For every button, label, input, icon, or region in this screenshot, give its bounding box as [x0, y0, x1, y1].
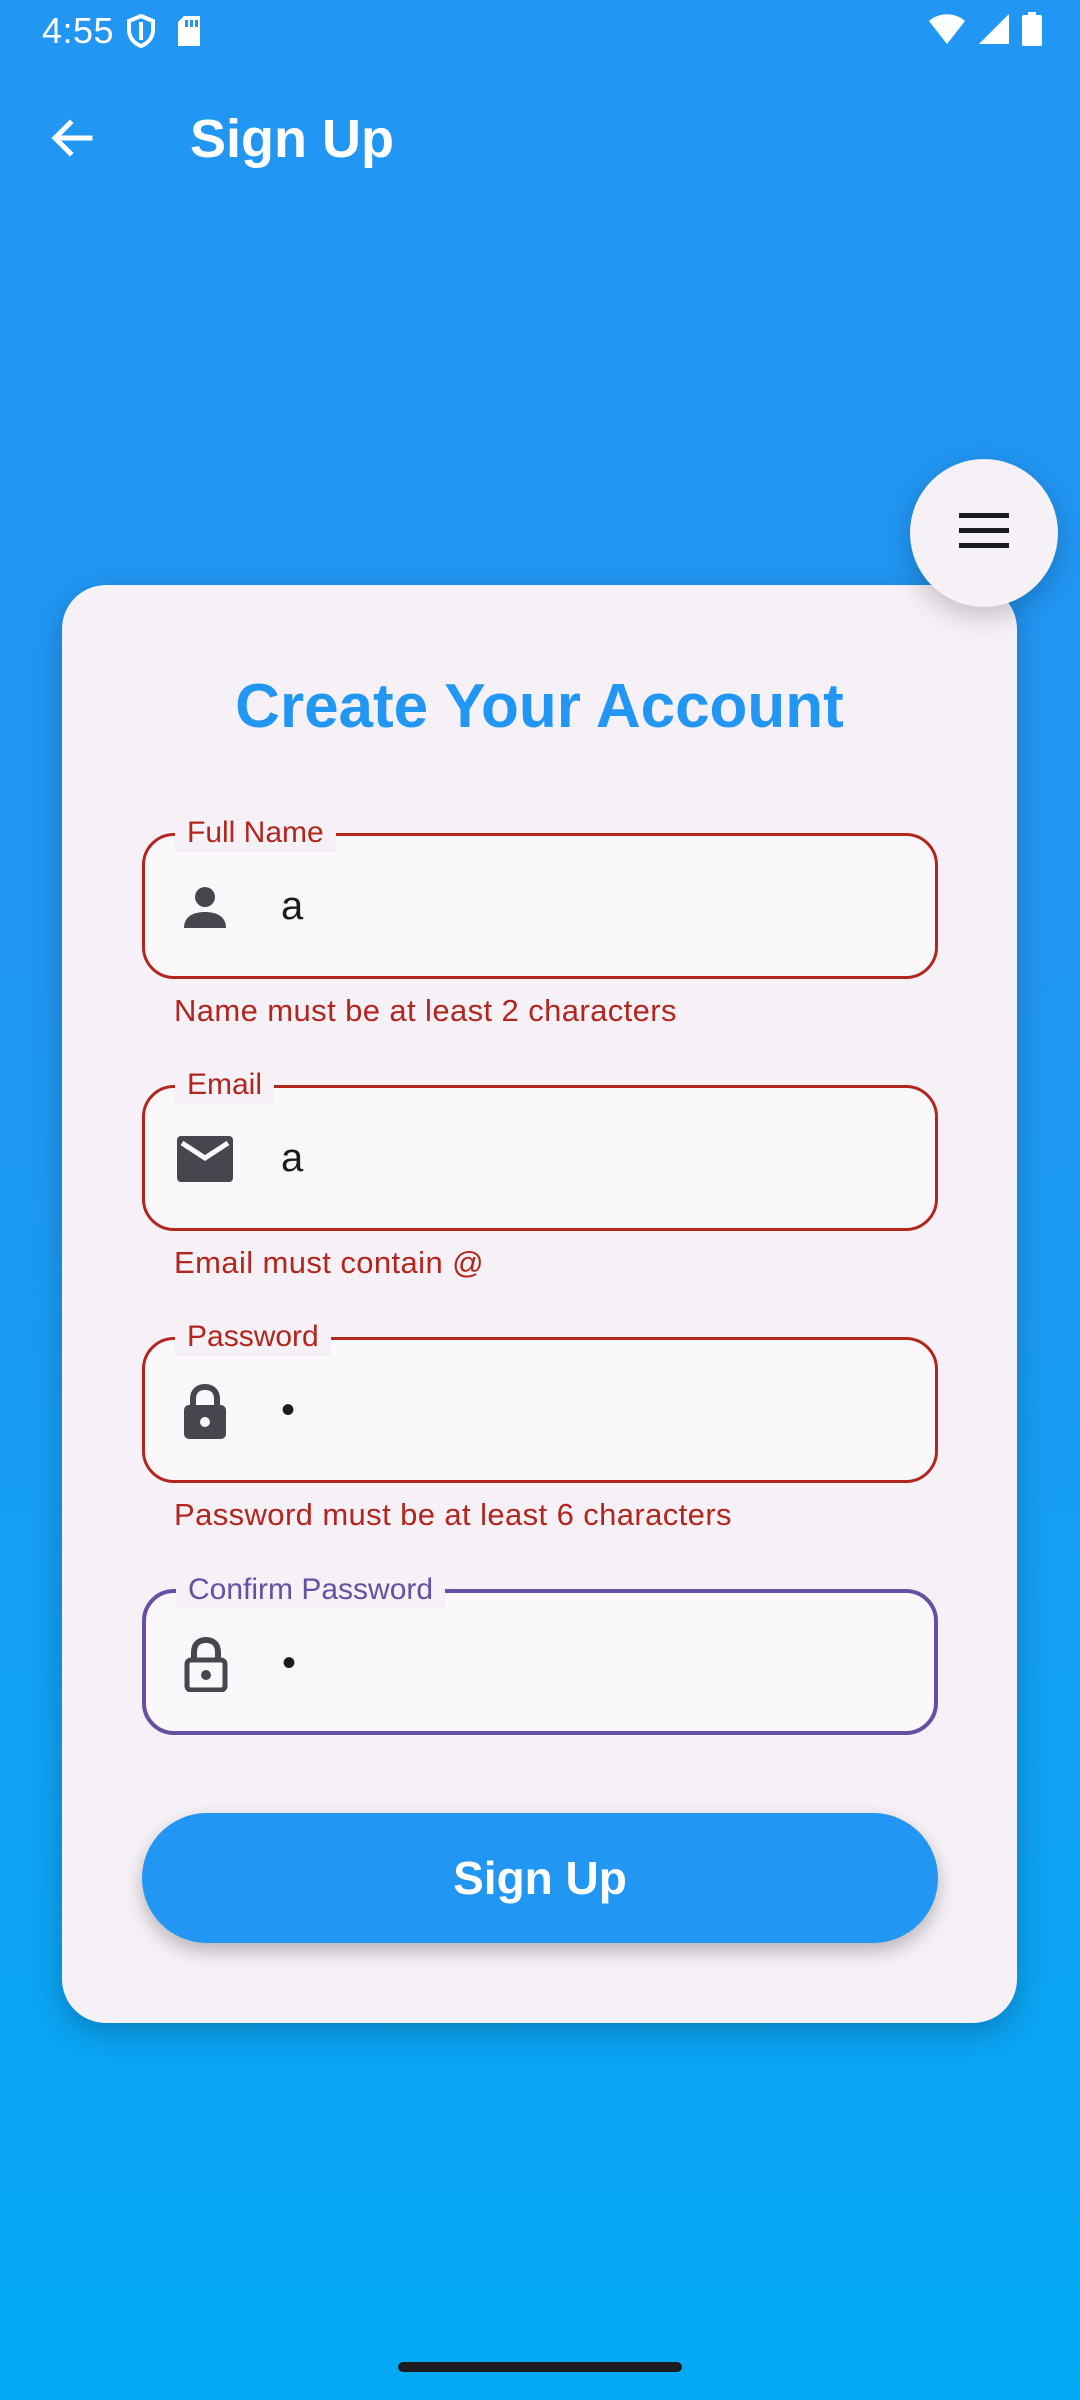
- status-time: 4:55: [42, 10, 115, 51]
- wifi-icon: [928, 13, 966, 50]
- form-title: Create Your Account: [235, 672, 844, 741]
- email-field[interactable]: Email a: [142, 1066, 938, 1231]
- sign-up-button[interactable]: Sign Up: [142, 1813, 938, 1943]
- lock-icon: [177, 1383, 233, 1439]
- shield-icon: [126, 13, 156, 53]
- person-icon: [177, 879, 233, 935]
- mail-icon: [177, 1131, 233, 1187]
- home-indicator[interactable]: [398, 2362, 682, 2372]
- password-field[interactable]: Password •: [142, 1318, 938, 1483]
- email-label: Email: [175, 1066, 275, 1104]
- confirm-password-label: Confirm Password: [176, 1571, 446, 1609]
- back-button[interactable]: [36, 104, 108, 176]
- status-right-icons: [928, 12, 1042, 51]
- page-title: Sign Up: [190, 109, 394, 169]
- menu-button[interactable]: [910, 459, 1058, 607]
- arrow-back-icon: [48, 114, 96, 167]
- battery-icon: [1022, 12, 1042, 51]
- lock-outline-icon: [178, 1636, 234, 1692]
- full-name-input[interactable]: a: [281, 876, 303, 936]
- sd-card-icon: [176, 15, 202, 52]
- password-label: Password: [175, 1318, 331, 1356]
- full-name-field[interactable]: Full Name a: [142, 814, 938, 979]
- confirm-password-input[interactable]: •: [282, 1633, 296, 1693]
- email-error: Email must contain @: [174, 1245, 484, 1280]
- menu-icon: [959, 512, 1009, 554]
- app-bar: Sign Up: [0, 64, 1080, 208]
- password-input[interactable]: •: [281, 1380, 295, 1440]
- password-error: Password must be at least 6 characters: [174, 1497, 732, 1532]
- signup-card: Create Your Account Full Name a Name mus…: [62, 585, 1017, 2023]
- full-name-error: Name must be at least 2 characters: [174, 993, 677, 1028]
- full-name-label: Full Name: [175, 814, 336, 852]
- email-input[interactable]: a: [281, 1128, 303, 1188]
- status-left-icons: [126, 13, 202, 53]
- confirm-password-field[interactable]: Confirm Password •: [142, 1571, 938, 1735]
- status-bar: 4:55: [0, 0, 1080, 64]
- signal-icon: [978, 13, 1010, 50]
